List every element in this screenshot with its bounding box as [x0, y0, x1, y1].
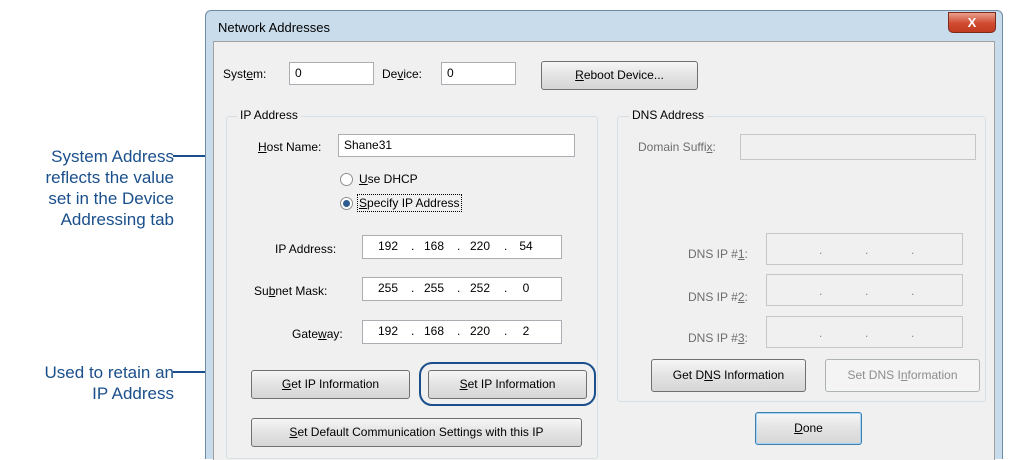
- gateway-octet: 220: [469, 324, 491, 338]
- callout-retain-ip: Used to retain an IP Address: [5, 362, 174, 404]
- octet-separator: .: [504, 324, 508, 338]
- use-dhcp-label[interactable]: Use DHCP: [359, 172, 418, 186]
- close-icon: X: [967, 15, 977, 30]
- device-field[interactable]: 0: [441, 62, 516, 85]
- octet-separator: .: [865, 326, 869, 340]
- octet-separator: .: [819, 326, 823, 340]
- octet-separator: .: [457, 281, 461, 295]
- subnet-octet: 255: [423, 281, 445, 295]
- octet-separator: .: [411, 239, 415, 253]
- gateway-label: Gateway:: [292, 327, 343, 341]
- callout-line: Used to retain an: [44, 363, 174, 382]
- subnet-octet: 0: [522, 281, 530, 295]
- domain-suffix-label: Domain Suffix:: [638, 140, 716, 154]
- gateway-octet: 2: [522, 324, 530, 338]
- window-title: Network Addresses: [218, 20, 330, 35]
- dns-ip-2-field[interactable]: ...: [766, 274, 963, 306]
- subnet-mask-field[interactable]: 255. 255. 252. 0: [362, 277, 562, 301]
- network-addresses-dialog: Network Addresses X System: 0 Device: 0 …: [205, 10, 1003, 460]
- callout-line: set in the Device: [48, 189, 174, 208]
- callout-system-address: System Address reflects the value set in…: [5, 146, 174, 230]
- dialog-client-area: System: 0 Device: 0 Reboot Device... IP …: [213, 41, 995, 460]
- octet-separator: .: [865, 243, 869, 257]
- ip-octet: 54: [519, 239, 533, 253]
- octet-separator: .: [504, 281, 508, 295]
- octet-separator: .: [504, 239, 508, 253]
- callout-line: IP Address: [92, 384, 174, 403]
- octet-separator: .: [457, 239, 461, 253]
- get-dns-information-button[interactable]: Get DNS Information: [651, 359, 806, 392]
- dns-ip-3-field[interactable]: ...: [766, 316, 963, 348]
- dns-ip-1-label: DNS IP #1:: [688, 247, 748, 261]
- gateway-field[interactable]: 192. 168. 220. 2: [362, 320, 562, 344]
- dns-ip-3-label: DNS IP #3:: [688, 331, 748, 345]
- ip-octet: 192: [377, 239, 399, 253]
- set-ip-highlight: [419, 362, 596, 406]
- get-ip-information-button[interactable]: Get IP Information: [251, 370, 410, 399]
- octet-separator: .: [819, 284, 823, 298]
- use-dhcp-radio[interactable]: [340, 173, 353, 186]
- ip-octet: 168: [423, 239, 445, 253]
- specify-ip-label[interactable]: Specify IP Address: [357, 194, 462, 212]
- ip-address-label: IP Address:: [275, 242, 337, 256]
- host-name-label: Host Name:: [258, 140, 322, 154]
- octet-separator: .: [411, 324, 415, 338]
- octet-separator: .: [457, 324, 461, 338]
- octet-separator: .: [911, 243, 915, 257]
- dns-ip-2-label: DNS IP #2:: [688, 290, 748, 304]
- dns-group-title: DNS Address: [629, 108, 708, 122]
- close-button[interactable]: X: [948, 12, 996, 33]
- octet-separator: .: [911, 326, 915, 340]
- octet-separator: .: [819, 243, 823, 257]
- ip-address-field[interactable]: 192. 168. 220. 54: [362, 235, 562, 259]
- subnet-octet: 252: [469, 281, 491, 295]
- subnet-octet: 255: [377, 281, 399, 295]
- host-name-field[interactable]: Shane31: [338, 134, 575, 157]
- domain-suffix-field[interactable]: [740, 134, 976, 160]
- device-label: Device:: [382, 67, 423, 81]
- gateway-octet: 168: [423, 324, 445, 338]
- gateway-octet: 192: [377, 324, 399, 338]
- octet-separator: .: [865, 284, 869, 298]
- system-label: System:: [223, 67, 267, 81]
- dns-ip-1-field[interactable]: ...: [766, 233, 963, 265]
- title-bar: Network Addresses X: [206, 11, 1002, 41]
- specify-ip-radio[interactable]: [340, 197, 353, 210]
- octet-separator: .: [411, 281, 415, 295]
- ip-group-title: IP Address: [237, 108, 301, 122]
- set-default-communication-button[interactable]: Set Default Communication Settings with …: [251, 418, 582, 447]
- reboot-device-button[interactable]: Reboot Device...: [541, 61, 698, 90]
- callout-line: reflects the value: [45, 168, 174, 187]
- callout-line: System Address: [51, 147, 174, 166]
- done-button[interactable]: Done: [755, 412, 862, 445]
- ip-octet: 220: [469, 239, 491, 253]
- callout-line: Addressing tab: [60, 210, 174, 229]
- subnet-mask-label: Subnet Mask:: [254, 284, 328, 298]
- set-dns-information-button[interactable]: Set DNS Information: [825, 359, 980, 392]
- octet-separator: .: [911, 284, 915, 298]
- system-field[interactable]: 0: [289, 62, 374, 85]
